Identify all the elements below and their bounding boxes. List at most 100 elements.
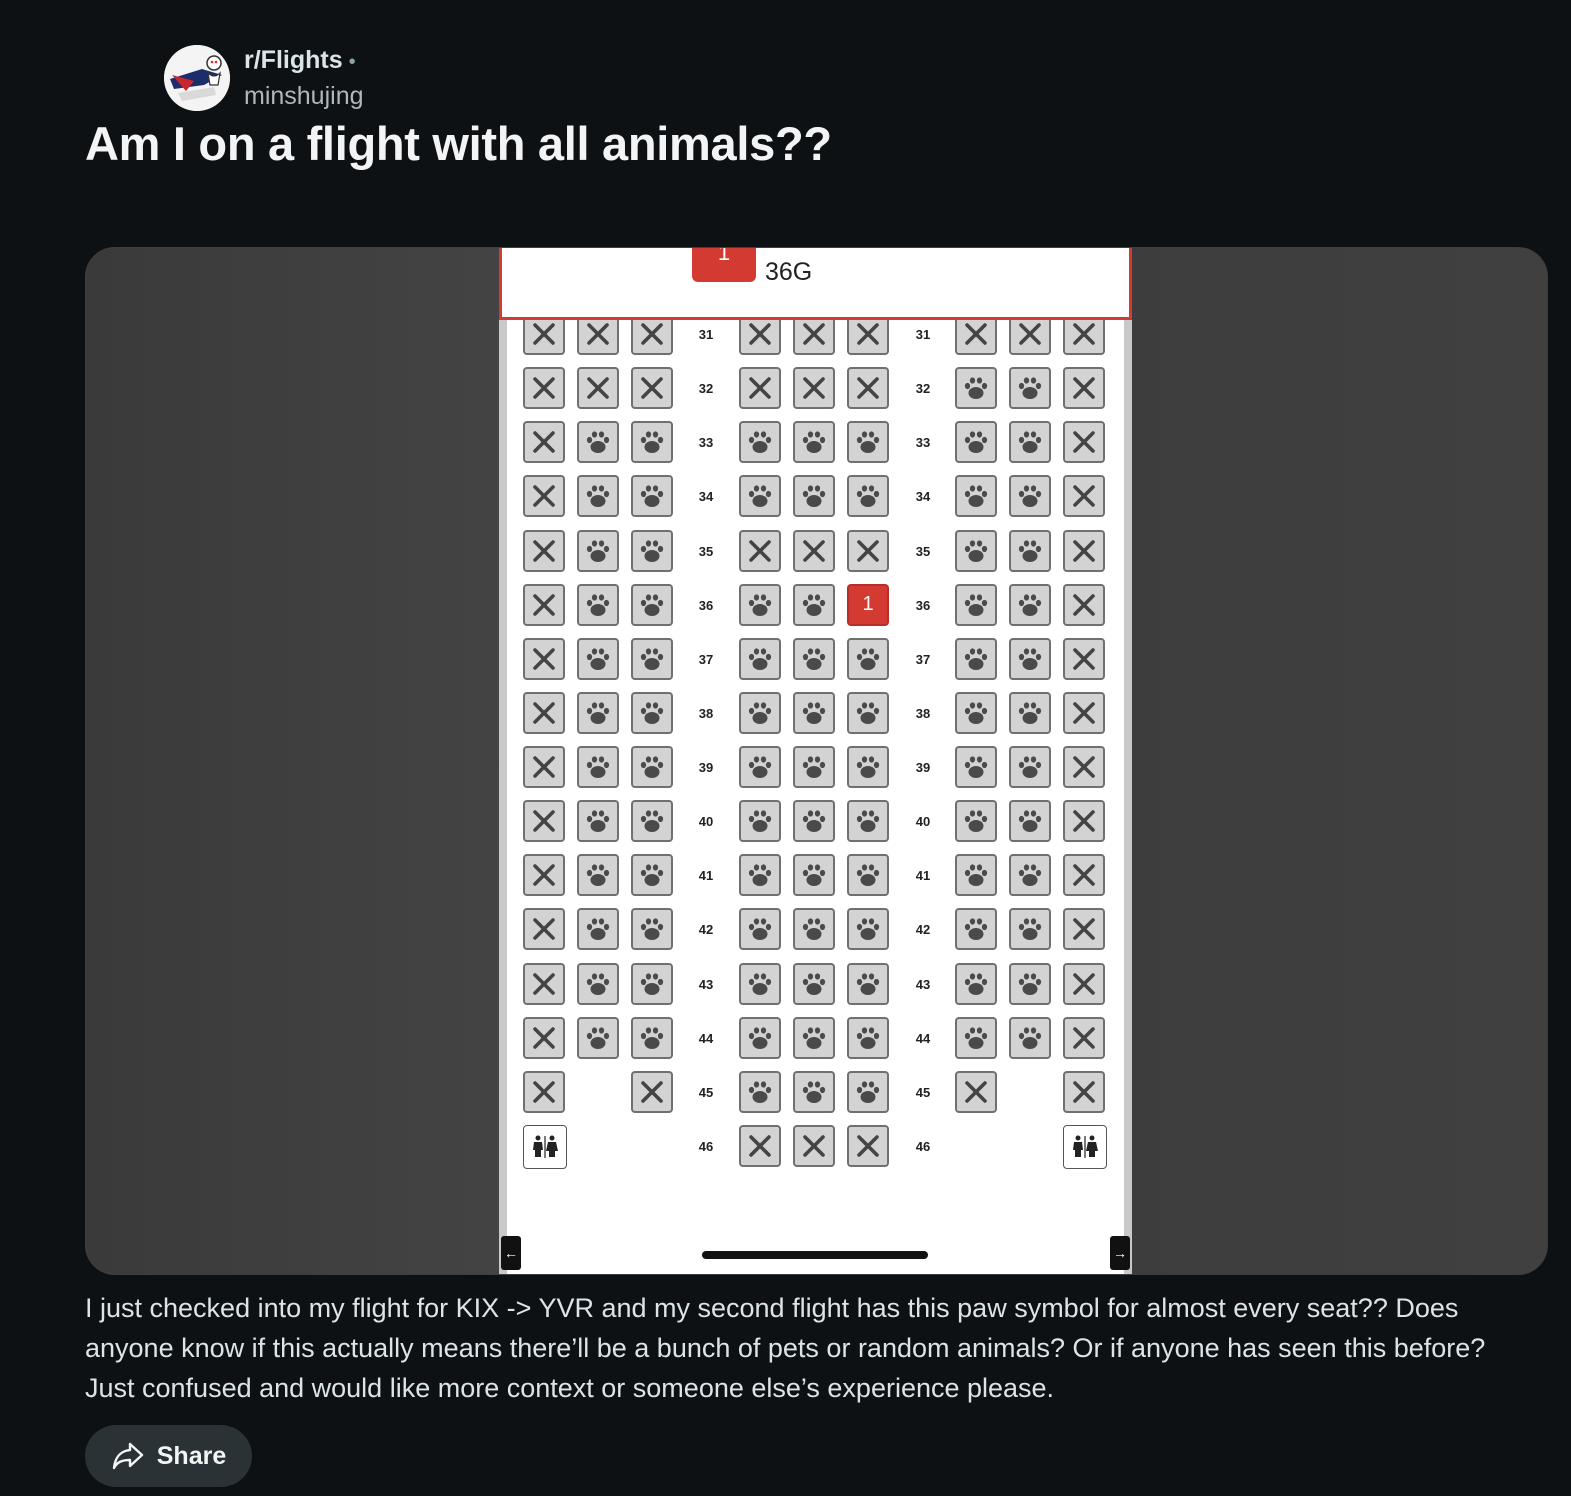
seat-paw[interactable] xyxy=(631,583,673,626)
seat-paw[interactable] xyxy=(847,908,889,951)
seat-paw[interactable] xyxy=(793,637,835,680)
seat-paw[interactable] xyxy=(1009,854,1051,897)
seat-paw[interactable] xyxy=(847,1070,889,1113)
seat-paw[interactable] xyxy=(955,908,997,951)
seat-paw[interactable] xyxy=(577,800,619,843)
seat-paw[interactable] xyxy=(1009,475,1051,518)
subreddit-avatar[interactable] xyxy=(164,45,230,111)
seat-paw[interactable] xyxy=(631,691,673,734)
seat-paw[interactable] xyxy=(955,583,997,626)
seat-paw[interactable] xyxy=(739,583,781,626)
post-image[interactable]: 31 31 32 32 33 33 34 34 35 35 36 36 1 37 37 38 38 39 39 40 4… xyxy=(85,247,1548,1275)
seat-paw[interactable] xyxy=(793,1016,835,1059)
seat-paw[interactable] xyxy=(577,475,619,518)
seat-paw[interactable] xyxy=(955,854,997,897)
share-button[interactable]: Share xyxy=(85,1425,252,1487)
row-number: 43 xyxy=(698,976,714,992)
seat-paw[interactable] xyxy=(955,800,997,843)
seat-paw[interactable] xyxy=(739,908,781,951)
seat-paw[interactable] xyxy=(739,421,781,464)
seat-paw[interactable] xyxy=(577,962,619,1005)
subreddit-name[interactable]: r/Flights xyxy=(244,46,343,74)
paw-icon xyxy=(640,918,664,941)
seat-paw[interactable] xyxy=(793,475,835,518)
seat-paw[interactable] xyxy=(739,1016,781,1059)
seat-paw[interactable] xyxy=(739,854,781,897)
seat-paw[interactable] xyxy=(1009,421,1051,464)
seat-paw[interactable] xyxy=(847,1016,889,1059)
unavailable-x-icon xyxy=(587,377,609,399)
seat-selected[interactable]: 1 xyxy=(847,583,889,626)
seat-paw[interactable] xyxy=(631,637,673,680)
seat-paw[interactable] xyxy=(631,800,673,843)
seat-paw[interactable] xyxy=(739,1070,781,1113)
seat-paw[interactable] xyxy=(739,691,781,734)
seat-paw[interactable] xyxy=(577,583,619,626)
seat-paw[interactable] xyxy=(1009,962,1051,1005)
seat-paw[interactable] xyxy=(847,746,889,789)
seat-paw[interactable] xyxy=(631,1016,673,1059)
seat-paw[interactable] xyxy=(1009,746,1051,789)
seat-paw[interactable] xyxy=(955,421,997,464)
seat-paw[interactable] xyxy=(1009,529,1051,572)
seat-unavailable xyxy=(523,908,565,951)
seat-paw[interactable] xyxy=(1009,1016,1051,1059)
seat-paw[interactable] xyxy=(577,854,619,897)
seat-unavailable xyxy=(739,529,781,572)
seat-paw[interactable] xyxy=(577,1016,619,1059)
seat-paw[interactable] xyxy=(577,691,619,734)
seat-paw[interactable] xyxy=(577,637,619,680)
seat-paw[interactable] xyxy=(631,421,673,464)
seat-paw[interactable] xyxy=(955,367,997,410)
seat-paw[interactable] xyxy=(793,691,835,734)
seat-paw[interactable] xyxy=(577,421,619,464)
seat-paw[interactable] xyxy=(1009,800,1051,843)
row-number: 39 xyxy=(915,760,931,776)
seat-paw[interactable] xyxy=(577,529,619,572)
seat-paw[interactable] xyxy=(793,421,835,464)
seat-paw[interactable] xyxy=(793,583,835,626)
post-title[interactable]: Am I on a flight with all animals?? xyxy=(85,116,832,171)
seat-paw[interactable] xyxy=(847,421,889,464)
seat-paw[interactable] xyxy=(793,908,835,951)
author-name[interactable]: minshujing xyxy=(244,80,364,112)
seat-paw[interactable] xyxy=(631,746,673,789)
seat-paw[interactable] xyxy=(955,637,997,680)
seat-paw[interactable] xyxy=(739,746,781,789)
seat-paw[interactable] xyxy=(955,1016,997,1059)
seat-paw[interactable] xyxy=(955,746,997,789)
seat-paw[interactable] xyxy=(847,962,889,1005)
seat-paw[interactable] xyxy=(631,529,673,572)
arrow-right-icon[interactable]: → xyxy=(1110,1236,1130,1270)
seat-paw[interactable] xyxy=(955,475,997,518)
seat-paw[interactable] xyxy=(793,746,835,789)
seat-paw[interactable] xyxy=(577,908,619,951)
seat-paw[interactable] xyxy=(793,962,835,1005)
seat-paw[interactable] xyxy=(1009,583,1051,626)
seat-paw[interactable] xyxy=(847,475,889,518)
seat-paw[interactable] xyxy=(955,691,997,734)
seat-paw[interactable] xyxy=(1009,637,1051,680)
seat-paw[interactable] xyxy=(847,800,889,843)
seat-paw[interactable] xyxy=(739,475,781,518)
seat-paw[interactable] xyxy=(739,637,781,680)
seat-paw[interactable] xyxy=(631,475,673,518)
seat-paw[interactable] xyxy=(847,691,889,734)
seat-paw[interactable] xyxy=(631,962,673,1005)
seat-paw[interactable] xyxy=(631,908,673,951)
seat-paw[interactable] xyxy=(577,746,619,789)
seat-paw[interactable] xyxy=(955,962,997,1005)
arrow-left-icon[interactable]: ← xyxy=(501,1236,521,1270)
seat-paw[interactable] xyxy=(847,637,889,680)
seat-paw[interactable] xyxy=(847,854,889,897)
seat-paw[interactable] xyxy=(1009,367,1051,410)
seat-paw[interactable] xyxy=(793,1070,835,1113)
seat-paw[interactable] xyxy=(631,854,673,897)
seat-paw[interactable] xyxy=(739,800,781,843)
seat-paw[interactable] xyxy=(1009,691,1051,734)
seat-paw[interactable] xyxy=(739,962,781,1005)
seat-paw[interactable] xyxy=(793,854,835,897)
seat-paw[interactable] xyxy=(955,529,997,572)
seat-paw[interactable] xyxy=(793,800,835,843)
seat-paw[interactable] xyxy=(1009,908,1051,951)
